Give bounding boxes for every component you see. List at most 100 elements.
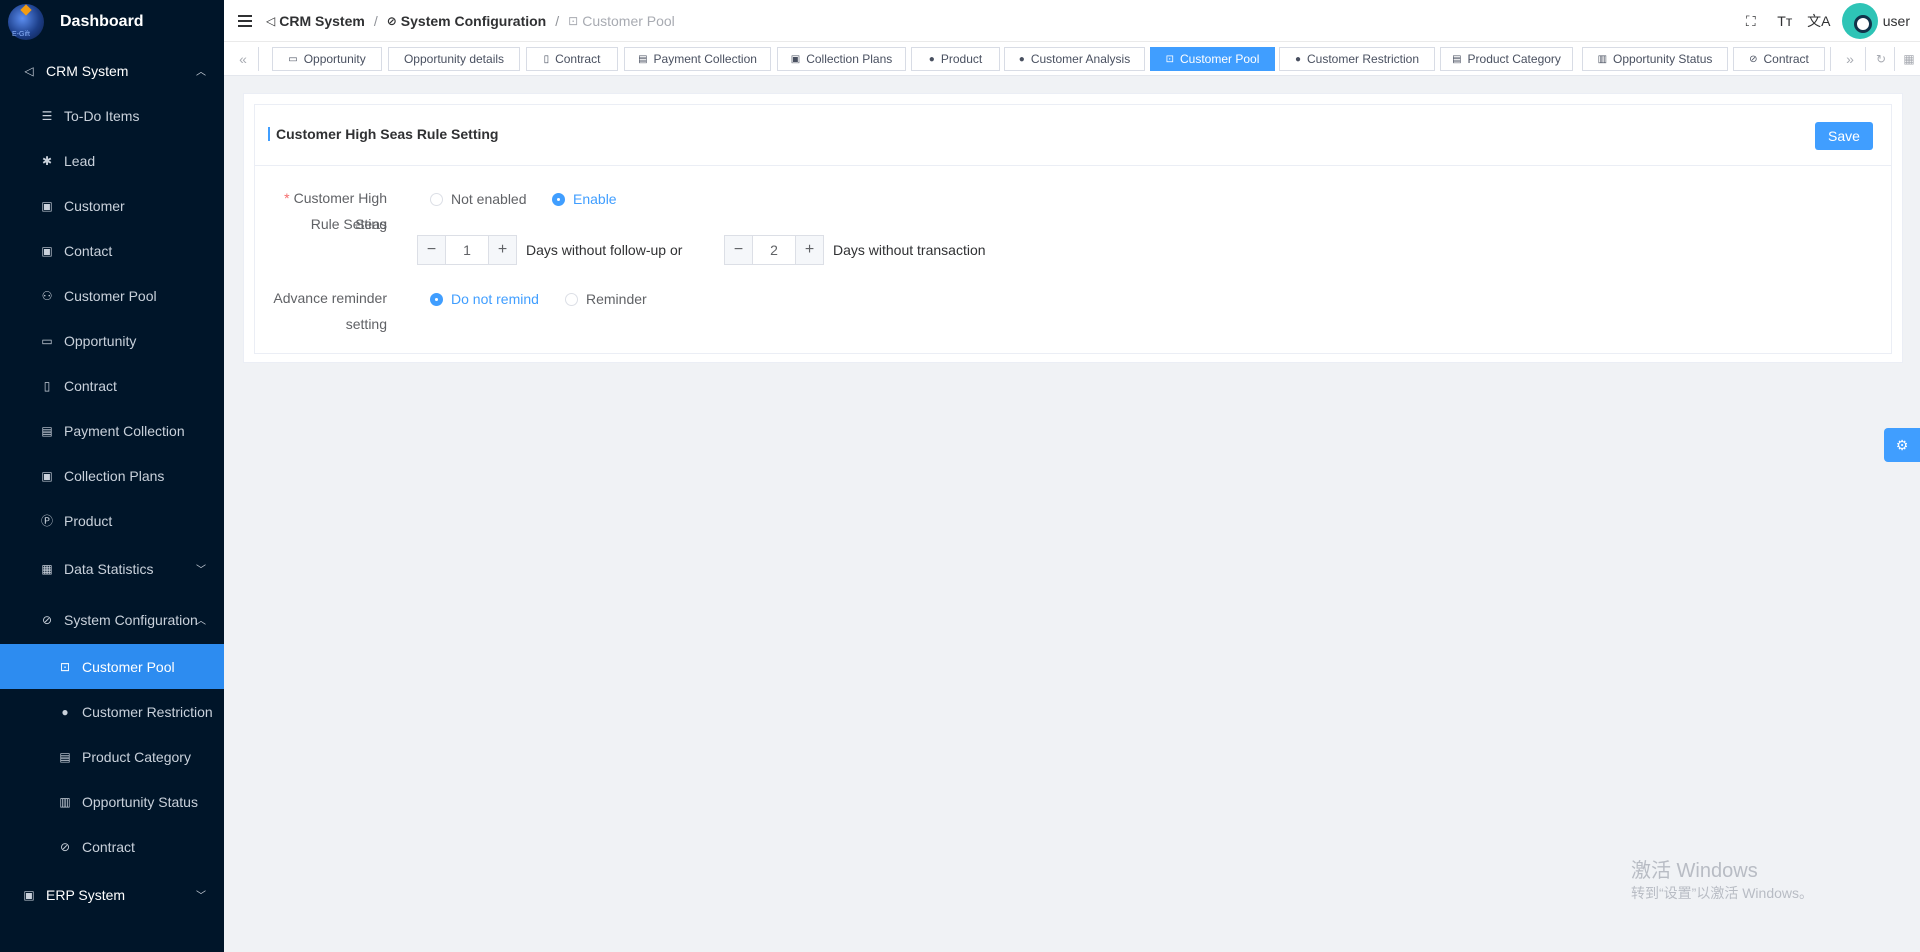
- tab-customer-restriction[interactable]: ● Customer Restriction: [1279, 47, 1435, 71]
- tab-collection-plans[interactable]: ▣ Collection Plans: [777, 47, 906, 71]
- logo-sub: E-Gift: [12, 31, 30, 38]
- tab-product-category[interactable]: ▤ Product Category: [1440, 47, 1573, 71]
- money-icon: ▣: [41, 468, 53, 483]
- chevron-down-icon: ﹀: [196, 565, 206, 576]
- menu-label: CRM System: [46, 62, 129, 79]
- menu-system-configuration[interactable]: ⊘ System Configuration ︿: [0, 597, 224, 642]
- menu-label: Customer Pool: [82, 658, 175, 675]
- tab-contract-2[interactable]: ⊘ Contract: [1733, 47, 1825, 71]
- user-icon: ●: [61, 704, 69, 719]
- tab-opportunity[interactable]: ▭ Opportunity: [272, 47, 382, 71]
- menu-sub-contract[interactable]: ⊘ Contract: [0, 824, 224, 869]
- menu-opportunity[interactable]: ▭ Opportunity: [0, 318, 224, 363]
- menu-sub-opportunity-status[interactable]: ▥ Opportunity Status: [0, 779, 224, 824]
- card-title: Customer High Seas Rule Setting: [268, 127, 498, 141]
- minus-icon[interactable]: −: [725, 236, 753, 264]
- menu-label: Collection Plans: [64, 467, 165, 484]
- menu-toggle-icon[interactable]: [238, 14, 252, 27]
- fullscreen-icon[interactable]: ⛶: [1734, 13, 1768, 30]
- menu-lead[interactable]: ✱ Lead: [0, 138, 224, 183]
- refresh-icon[interactable]: ↻: [1871, 48, 1891, 70]
- plus-icon[interactable]: +: [488, 236, 516, 264]
- status-icon: ▥: [1597, 53, 1608, 65]
- tab-label: Customer Analysis: [1030, 52, 1131, 66]
- scroll-left-icon[interactable]: «: [232, 48, 254, 70]
- username[interactable]: user: [1883, 13, 1910, 29]
- breadcrumb-label: System Configuration: [400, 12, 547, 29]
- scroll-right-icon[interactable]: »: [1839, 48, 1861, 70]
- tab-label: Product Category: [1467, 52, 1561, 66]
- radio-label: Reminder: [586, 291, 647, 307]
- language-icon[interactable]: 文A: [1802, 11, 1836, 31]
- menu-data-statistics[interactable]: ▦ Data Statistics ﹀: [0, 546, 224, 591]
- product-icon: Ⓟ: [40, 514, 53, 528]
- tab-label: Opportunity: [303, 52, 366, 66]
- menu-crm-system[interactable]: ◁ CRM System ︿: [0, 48, 224, 93]
- logo[interactable]: E-Gift Dashboard: [0, 0, 224, 44]
- document-icon: ▯: [43, 378, 51, 393]
- plus-icon[interactable]: +: [795, 236, 823, 264]
- tab-contract[interactable]: ▯ Contract: [526, 47, 618, 71]
- menu-label: Payment Collection: [64, 422, 185, 439]
- menu-label: Opportunity Status: [82, 793, 198, 810]
- tab-label: Contract: [555, 52, 601, 66]
- menu-payment-collection[interactable]: ▤ Payment Collection: [0, 408, 224, 453]
- menu-todo-items[interactable]: ☰ To-Do Items: [0, 93, 224, 138]
- menu-contract[interactable]: ▯ Contract: [0, 363, 224, 408]
- radio-enable[interactable]: Enable: [552, 191, 617, 207]
- followup-days-stepper[interactable]: − 1 +: [417, 235, 517, 265]
- chart-icon: ▦: [41, 561, 53, 576]
- menu-sub-product-category[interactable]: ▤ Product Category: [0, 734, 224, 779]
- tab-divider: [1865, 47, 1866, 71]
- tab-label: Opportunity Status: [1613, 52, 1713, 66]
- chevron-up-icon: ︿: [196, 67, 206, 78]
- tab-product[interactable]: ● Product: [911, 47, 1000, 71]
- tab-customer-pool[interactable]: ⊡ Customer Pool: [1150, 47, 1275, 71]
- tab-opportunity-details[interactable]: Opportunity details: [388, 47, 520, 71]
- font-size-icon[interactable]: Tт: [1768, 13, 1802, 29]
- transaction-days-value[interactable]: 2: [753, 236, 795, 264]
- tab-opportunity-status[interactable]: ▥ Opportunity Status: [1582, 47, 1728, 71]
- grid-icon[interactable]: ▦: [1899, 48, 1919, 70]
- menu-customer-pool[interactable]: ⚇ Customer Pool: [0, 273, 224, 318]
- transaction-days-stepper[interactable]: − 2 +: [724, 235, 824, 265]
- menu-sub-customer-pool[interactable]: ⊡ Customer Pool: [0, 644, 224, 689]
- menu-collection-plans[interactable]: ▣ Collection Plans: [0, 453, 224, 498]
- menu-label: Lead: [64, 152, 96, 169]
- avatar[interactable]: [1841, 3, 1878, 39]
- tab-payment-collection[interactable]: ▤ Payment Collection: [624, 47, 771, 71]
- radio-label: Not enabled: [451, 191, 527, 207]
- followup-days-value[interactable]: 1: [446, 236, 488, 264]
- link-icon: ⊘: [41, 612, 53, 627]
- settings-gear-icon[interactable]: ⚙: [1884, 428, 1920, 462]
- category-icon: ▤: [59, 749, 71, 764]
- radio-do-not-remind[interactable]: Do not remind: [430, 291, 539, 307]
- minus-icon[interactable]: −: [418, 236, 446, 264]
- radio-reminder[interactable]: Reminder: [565, 291, 647, 307]
- menu-contact[interactable]: ▣ Contact: [0, 228, 224, 273]
- menu-sub-customer-restriction[interactable]: ● Customer Restriction: [0, 689, 224, 734]
- wallet-icon: ▤: [638, 53, 648, 65]
- menu-customer[interactable]: ▣ Customer: [0, 183, 224, 228]
- tab-label: Collection Plans: [806, 52, 893, 66]
- breadcrumb-item[interactable]: ◁ CRM System: [266, 13, 365, 29]
- category-icon: ▤: [1452, 53, 1462, 65]
- save-button[interactable]: Save: [1815, 122, 1873, 150]
- cart-icon: ⊡: [59, 659, 71, 674]
- menu-label: Contract: [64, 377, 117, 394]
- tab-customer-analysis[interactable]: ● Customer Analysis: [1004, 47, 1145, 71]
- tab-label: Payment Collection: [653, 52, 757, 66]
- menu-erp-system[interactable]: ▣ ERP System ﹀: [0, 872, 224, 917]
- radio-not-enabled[interactable]: Not enabled: [430, 191, 527, 207]
- windows-activation-hint: 转到“设置”以激活 Windows。: [1631, 885, 1814, 901]
- users-icon: ⚇: [41, 288, 53, 303]
- tab-label: Product: [940, 52, 983, 66]
- reminder-label-2: setting: [345, 316, 387, 332]
- transaction-text: Days without transaction: [833, 242, 986, 258]
- radio-dot: [430, 292, 443, 306]
- breadcrumb-item[interactable]: ⊘ System Configuration: [387, 13, 547, 29]
- menu-product[interactable]: Ⓟ Product: [0, 498, 224, 543]
- tab-divider: [1894, 47, 1895, 71]
- id-card-icon: ▣: [41, 198, 53, 213]
- money-icon: ▣: [790, 53, 801, 65]
